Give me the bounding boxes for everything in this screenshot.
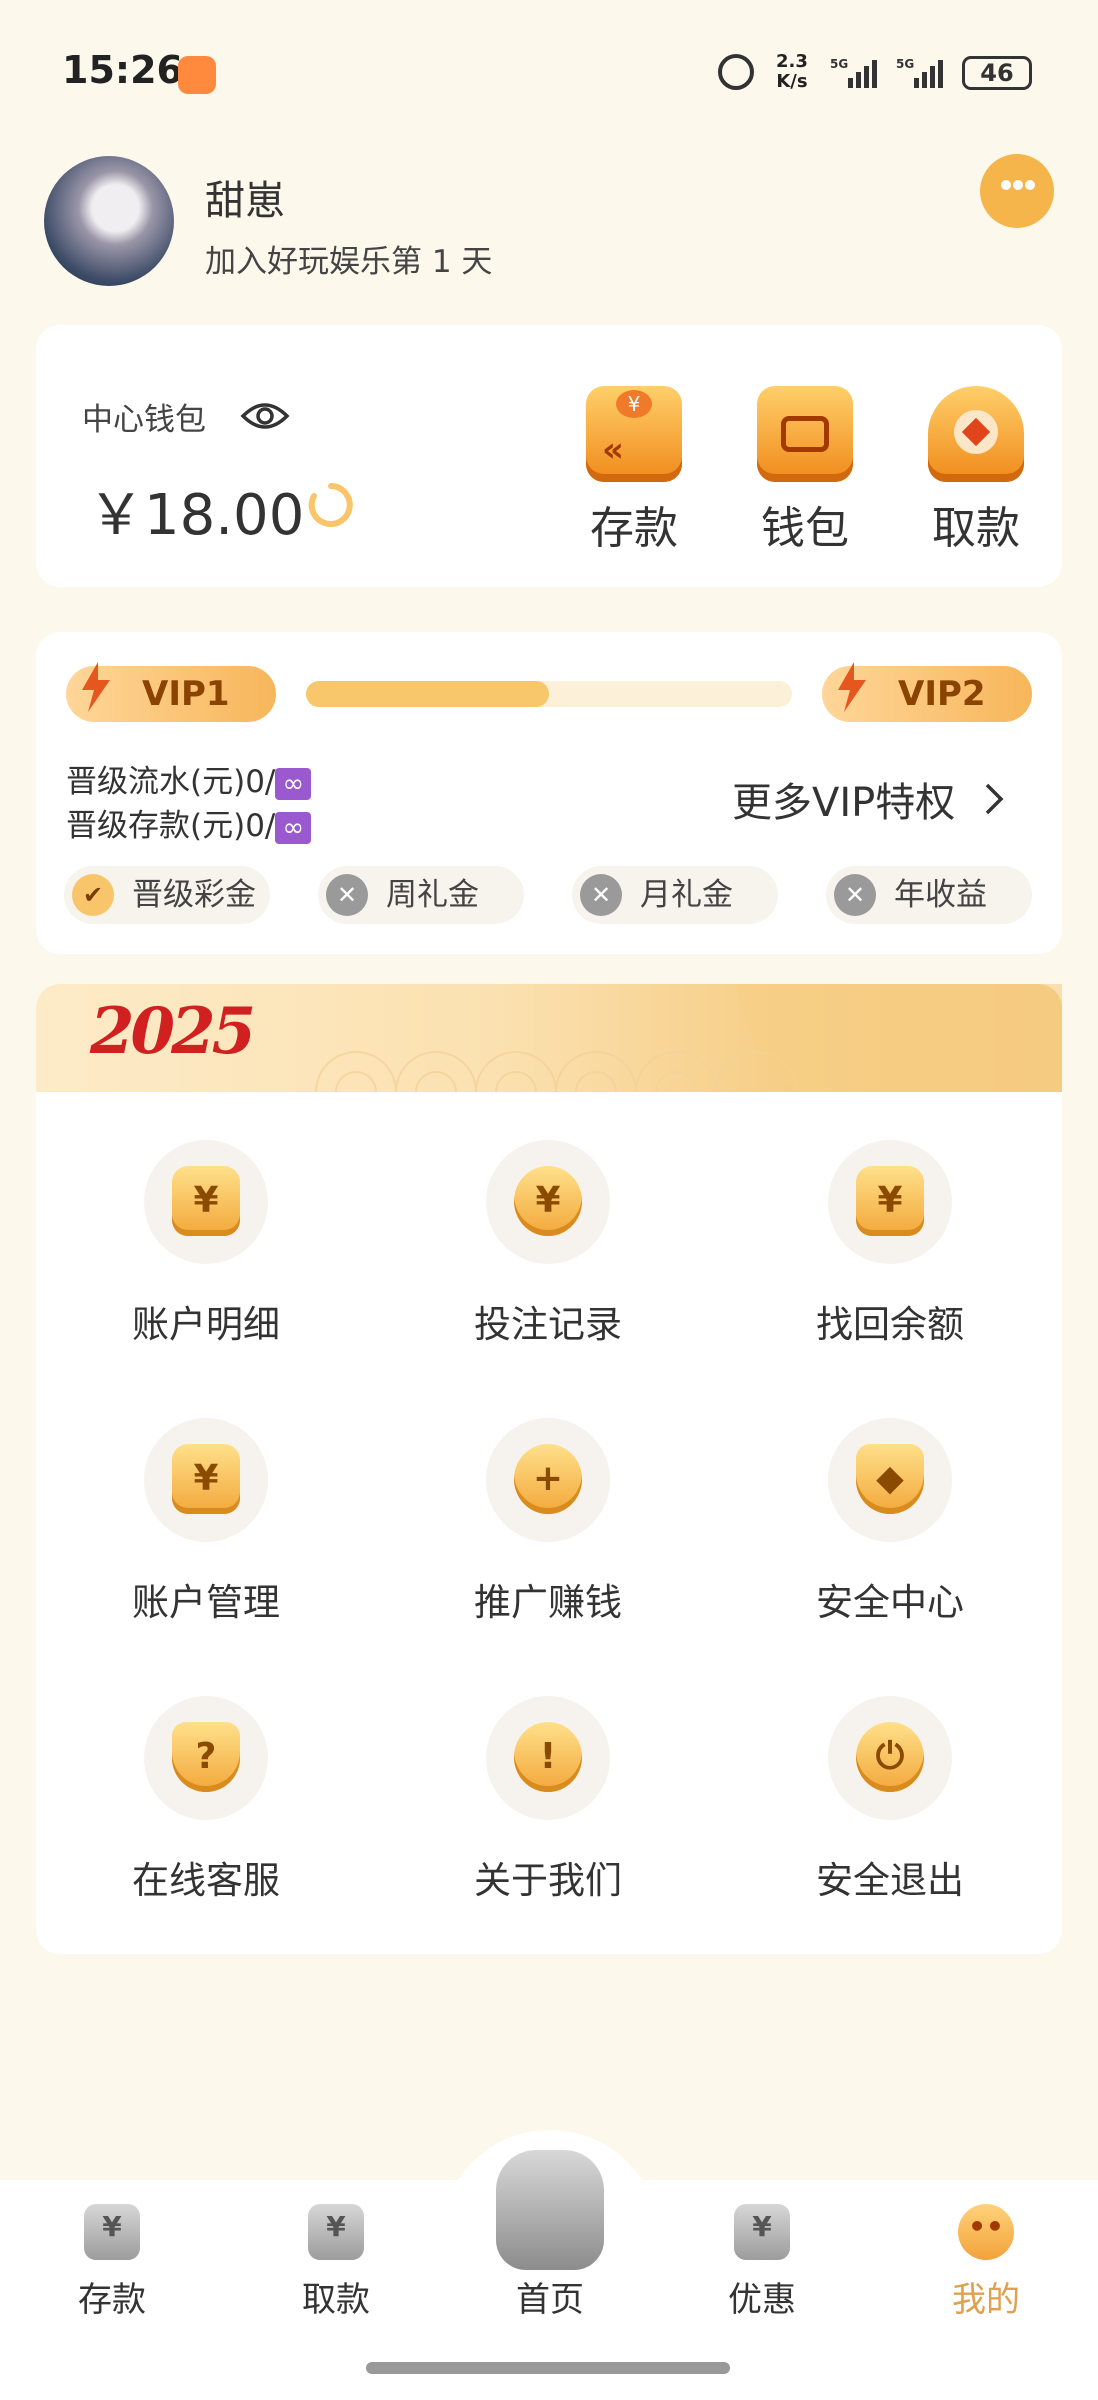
- vip-next-label: VIP2: [898, 674, 986, 714]
- check-icon: ✔: [72, 874, 114, 916]
- menu-item-recover-balance[interactable]: ¥ 找回余额: [770, 1140, 1010, 1348]
- ledger-icon: ¥: [172, 1166, 240, 1236]
- search-yen-icon: ¥: [856, 1166, 924, 1236]
- tab-label: 我的: [952, 2280, 1020, 2320]
- tab-label: 存款: [78, 2280, 146, 2320]
- chat-bubble-icon: [990, 162, 1046, 220]
- menu-item-account-details[interactable]: ¥ 账户明细: [86, 1140, 326, 1348]
- message-button[interactable]: [980, 154, 1054, 228]
- vip-progress-fill: [306, 681, 549, 707]
- infinity-icon: ∞: [275, 767, 312, 800]
- menu-label: 安全中心: [816, 1581, 964, 1624]
- home-indicator[interactable]: [366, 2362, 730, 2374]
- menu-label: 安全退出: [816, 1859, 964, 1902]
- deposit-requirement-text: 晋级存款(元)0/: [66, 808, 276, 844]
- add-user-icon: +: [514, 1444, 582, 1514]
- mine-tab-icon: ••: [958, 2204, 1014, 2260]
- menu-item-referral[interactable]: + 推广赚钱: [428, 1418, 668, 1626]
- withdraw-icon: [928, 386, 1024, 482]
- wallet-balance: ￥18.00: [88, 483, 305, 548]
- status-bar: 15:26 2.3 K/s 5G 5G 46: [0, 0, 1098, 140]
- wallet-label: 中心钱包: [82, 402, 206, 438]
- tab-home[interactable]: 首页: [480, 2204, 620, 2321]
- promotions-tab-icon: ¥: [734, 2204, 790, 2260]
- privilege-chip: ✕ 周礼金: [318, 866, 524, 924]
- ledger-settings-icon: ¥: [172, 1444, 240, 1514]
- svg-text:5G: 5G: [830, 57, 848, 71]
- tab-label: 优惠: [728, 2280, 796, 2320]
- privilege-chip: ✕ 年收益: [826, 866, 1032, 924]
- withdraw-tab-icon: ¥: [308, 2204, 364, 2260]
- deposit-requirement: 晋级存款(元)0/∞: [66, 800, 312, 845]
- wallet-label-btn: 钱包: [761, 503, 849, 554]
- vip-current-label: VIP1: [142, 674, 230, 714]
- privilege-label: 周礼金: [386, 877, 479, 913]
- svg-text:5G: 5G: [896, 57, 914, 71]
- notification-app-icon: [178, 56, 216, 94]
- close-icon: ✕: [580, 874, 622, 916]
- tab-promotions[interactable]: ¥ 优惠: [692, 2204, 832, 2321]
- chevron-right-icon: [984, 780, 1004, 826]
- shield-icon: ◆: [856, 1444, 924, 1514]
- menu-item-customer-service[interactable]: ? 在线客服: [86, 1696, 326, 1904]
- deposit-action[interactable]: ¥ « 存款: [574, 386, 694, 556]
- privilege-label: 月礼金: [640, 877, 733, 913]
- privilege-label: 晋级彩金: [132, 877, 256, 913]
- privilege-label: 年收益: [894, 877, 987, 913]
- more-vip-link[interactable]: 更多VIP特权: [732, 770, 1004, 828]
- menu-label: 账户管理: [132, 1581, 280, 1624]
- more-vip-label: 更多VIP特权: [732, 780, 956, 826]
- signal-icon-2: 5G: [896, 56, 952, 90]
- wallet-icon: [757, 386, 853, 482]
- menu-label: 推广赚钱: [474, 1581, 622, 1624]
- flow-requirement: 晋级流水(元)0/∞: [66, 756, 312, 801]
- eye-icon[interactable]: [240, 398, 290, 434]
- avatar[interactable]: [44, 156, 174, 286]
- infinity-icon-2: ∞: [275, 811, 312, 844]
- menu-label: 账户明细: [132, 1303, 280, 1346]
- privilege-chip: ✔ 晋级彩金: [64, 866, 270, 924]
- network-speed: 2.3 K/s: [776, 51, 808, 92]
- tab-withdraw[interactable]: ¥ 取款: [266, 2204, 406, 2321]
- deposit-label: 存款: [590, 503, 678, 554]
- menu-label: 找回余额: [816, 1303, 964, 1346]
- username: 甜崽: [205, 178, 285, 224]
- signal-icon: 5G: [830, 56, 886, 90]
- tab-deposit[interactable]: ¥ 存款: [42, 2204, 182, 2321]
- menu-label: 在线客服: [132, 1859, 280, 1902]
- close-icon: ✕: [326, 874, 368, 916]
- withdraw-label: 取款: [932, 503, 1020, 554]
- withdraw-action[interactable]: 取款: [916, 386, 1036, 556]
- menu-item-about-us[interactable]: ! 关于我们: [428, 1696, 668, 1904]
- menu-label: 投注记录: [474, 1303, 622, 1346]
- lightning-icon-2: [834, 662, 868, 712]
- status-time: 15:26: [62, 48, 183, 92]
- banner-year: 2025: [90, 994, 256, 1069]
- tab-label: 首页: [516, 2280, 584, 2320]
- lightning-icon: [78, 662, 112, 712]
- info-icon: !: [514, 1722, 582, 1792]
- tab-mine[interactable]: •• 我的: [916, 2204, 1056, 2321]
- deposit-tab-icon: ¥: [84, 2204, 140, 2260]
- join-days-text: 加入好玩娱乐第 1 天: [205, 244, 493, 280]
- menu-item-bet-records[interactable]: ¥ 投注记录: [428, 1140, 668, 1348]
- wallet-action[interactable]: 钱包: [745, 386, 865, 556]
- close-icon: ✕: [834, 874, 876, 916]
- menu-label: 关于我们: [474, 1859, 622, 1902]
- coin-icon: ¥: [514, 1166, 582, 1236]
- battery-icon: 46: [962, 56, 1032, 90]
- menu-item-account-management[interactable]: ¥ 账户管理: [86, 1418, 326, 1626]
- privilege-chip: ✕ 月礼金: [572, 866, 778, 924]
- refresh-icon[interactable]: [308, 482, 354, 528]
- question-icon: ?: [172, 1722, 240, 1792]
- menu-item-logout[interactable]: ⏻ 安全退出: [770, 1696, 1010, 1904]
- power-icon: ⏻: [856, 1722, 924, 1792]
- alarm-icon: [718, 54, 754, 90]
- flow-requirement-text: 晋级流水(元)0/: [66, 764, 276, 800]
- menu-item-security-center[interactable]: ◆ 安全中心: [770, 1418, 1010, 1626]
- deposit-icon: ¥ «: [586, 386, 682, 482]
- tab-label: 取款: [302, 2280, 370, 2320]
